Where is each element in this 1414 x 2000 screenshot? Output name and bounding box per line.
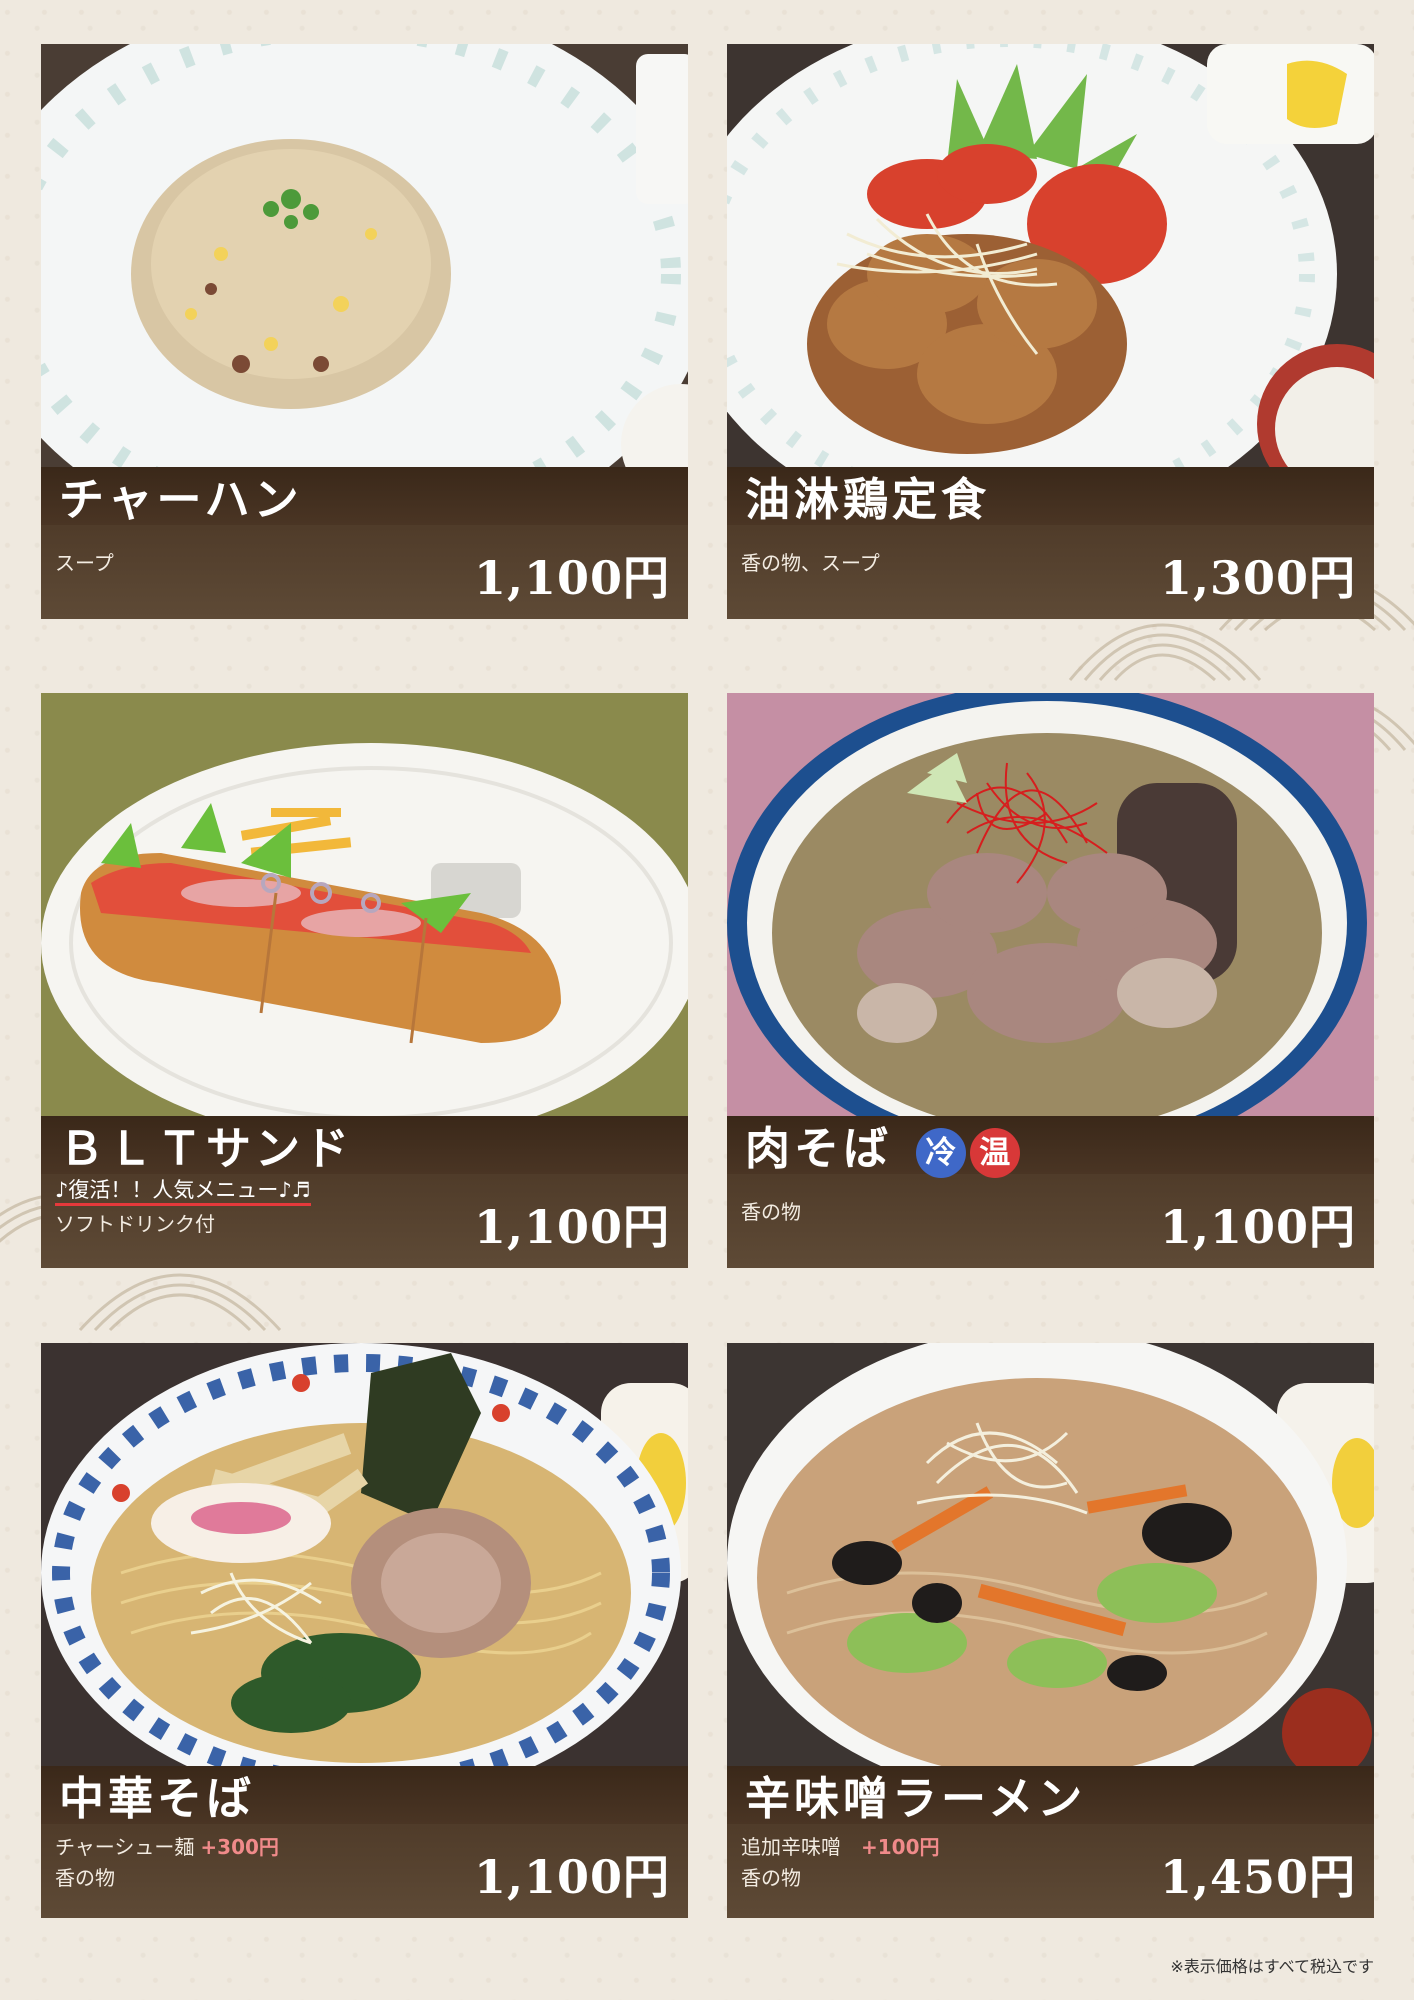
card-info-panel: チャーハン スープ 1,100円 — [41, 467, 688, 619]
menu-card-niku-soba[interactable]: 肉そば 冷温 香の物 1,100円 — [727, 693, 1374, 1268]
upgrade-price: +100円 — [861, 1835, 940, 1859]
menu-card-chuka-soba[interactable]: 中華そば チャーシュー麺 +300円 香の物 1,100円 — [41, 1343, 688, 1918]
dish-name: 油淋鶏定食 — [745, 473, 991, 526]
dish-sides: 香の物 — [55, 1866, 115, 1890]
dish-name: ＢＬＴサンド — [59, 1122, 354, 1175]
dish-price: 1,300円 — [1159, 551, 1356, 605]
hot-badge: 温 — [969, 1127, 1020, 1178]
blt-sandwich-photo — [41, 693, 688, 1116]
card-info-panel: 中華そば チャーシュー麺 +300円 香の物 1,100円 — [41, 1766, 688, 1918]
card-info-panel: 油淋鶏定食 香の物、スープ 1,300円 — [727, 467, 1374, 619]
revival-tagline: ♪復活！！人気メニュー♪♬ — [55, 1178, 311, 1206]
dish-name: 中華そば — [59, 1772, 256, 1825]
menu-card-spicy-miso-ramen[interactable]: 辛味噌ラーメン 追加辛味噌 +100円 香の物 1,450円 — [727, 1343, 1374, 1918]
dish-sides: 香の物、スープ — [741, 551, 880, 575]
dish-name: チャーハン — [59, 473, 303, 526]
spicy-miso-ramen-photo — [727, 1343, 1374, 1766]
dish-sides: 香の物 — [741, 1200, 801, 1224]
yuringchi-photo — [727, 44, 1374, 467]
dish-price: 1,450円 — [1159, 1850, 1356, 1904]
card-info-panel: 肉そば 冷温 香の物 1,100円 — [727, 1116, 1374, 1268]
dish-name: 辛味噌ラーメン — [745, 1772, 1087, 1825]
dish-price: 1,100円 — [473, 1850, 670, 1904]
dish-sides: 香の物 — [741, 1866, 801, 1890]
chuka-soba-photo — [41, 1343, 688, 1766]
dish-sides: スープ — [55, 551, 114, 575]
niku-soba-photo — [727, 693, 1374, 1116]
upgrade-option: 追加辛味噌 +100円 — [741, 1831, 940, 1860]
upgrade-option: チャーシュー麺 +300円 — [55, 1831, 279, 1860]
menu-card-yuringchi-set[interactable]: 油淋鶏定食 香の物、スープ 1,300円 — [727, 44, 1374, 619]
tax-included-footnote: ※表示価格はすべて税込です — [1170, 1957, 1374, 1976]
card-info-panel: 辛味噌ラーメン 追加辛味噌 +100円 香の物 1,450円 — [727, 1766, 1374, 1918]
cold-badge: 冷 — [915, 1127, 966, 1178]
dish-name: 肉そば 冷温 — [745, 1124, 1020, 1178]
dish-sides: ソフトドリンク付 — [55, 1212, 215, 1236]
dish-name-text: 肉そば — [745, 1122, 893, 1175]
menu-card-blt-sandwich[interactable]: ＢＬＴサンド ♪復活！！人気メニュー♪♬ ソフトドリンク付 1,100円 — [41, 693, 688, 1268]
upgrade-price: +300円 — [200, 1835, 279, 1859]
card-info-panel: ＢＬＴサンド ♪復活！！人気メニュー♪♬ ソフトドリンク付 1,100円 — [41, 1116, 688, 1268]
dish-price: 1,100円 — [473, 551, 670, 605]
menu-card-fried-rice[interactable]: チャーハン スープ 1,100円 — [41, 44, 688, 619]
dish-price: 1,100円 — [1159, 1200, 1356, 1254]
dish-price: 1,100円 — [473, 1200, 670, 1254]
upgrade-label: 追加辛味噌 — [741, 1835, 841, 1859]
upgrade-label: チャーシュー麺 — [55, 1835, 195, 1859]
fried-rice-photo — [41, 44, 688, 467]
